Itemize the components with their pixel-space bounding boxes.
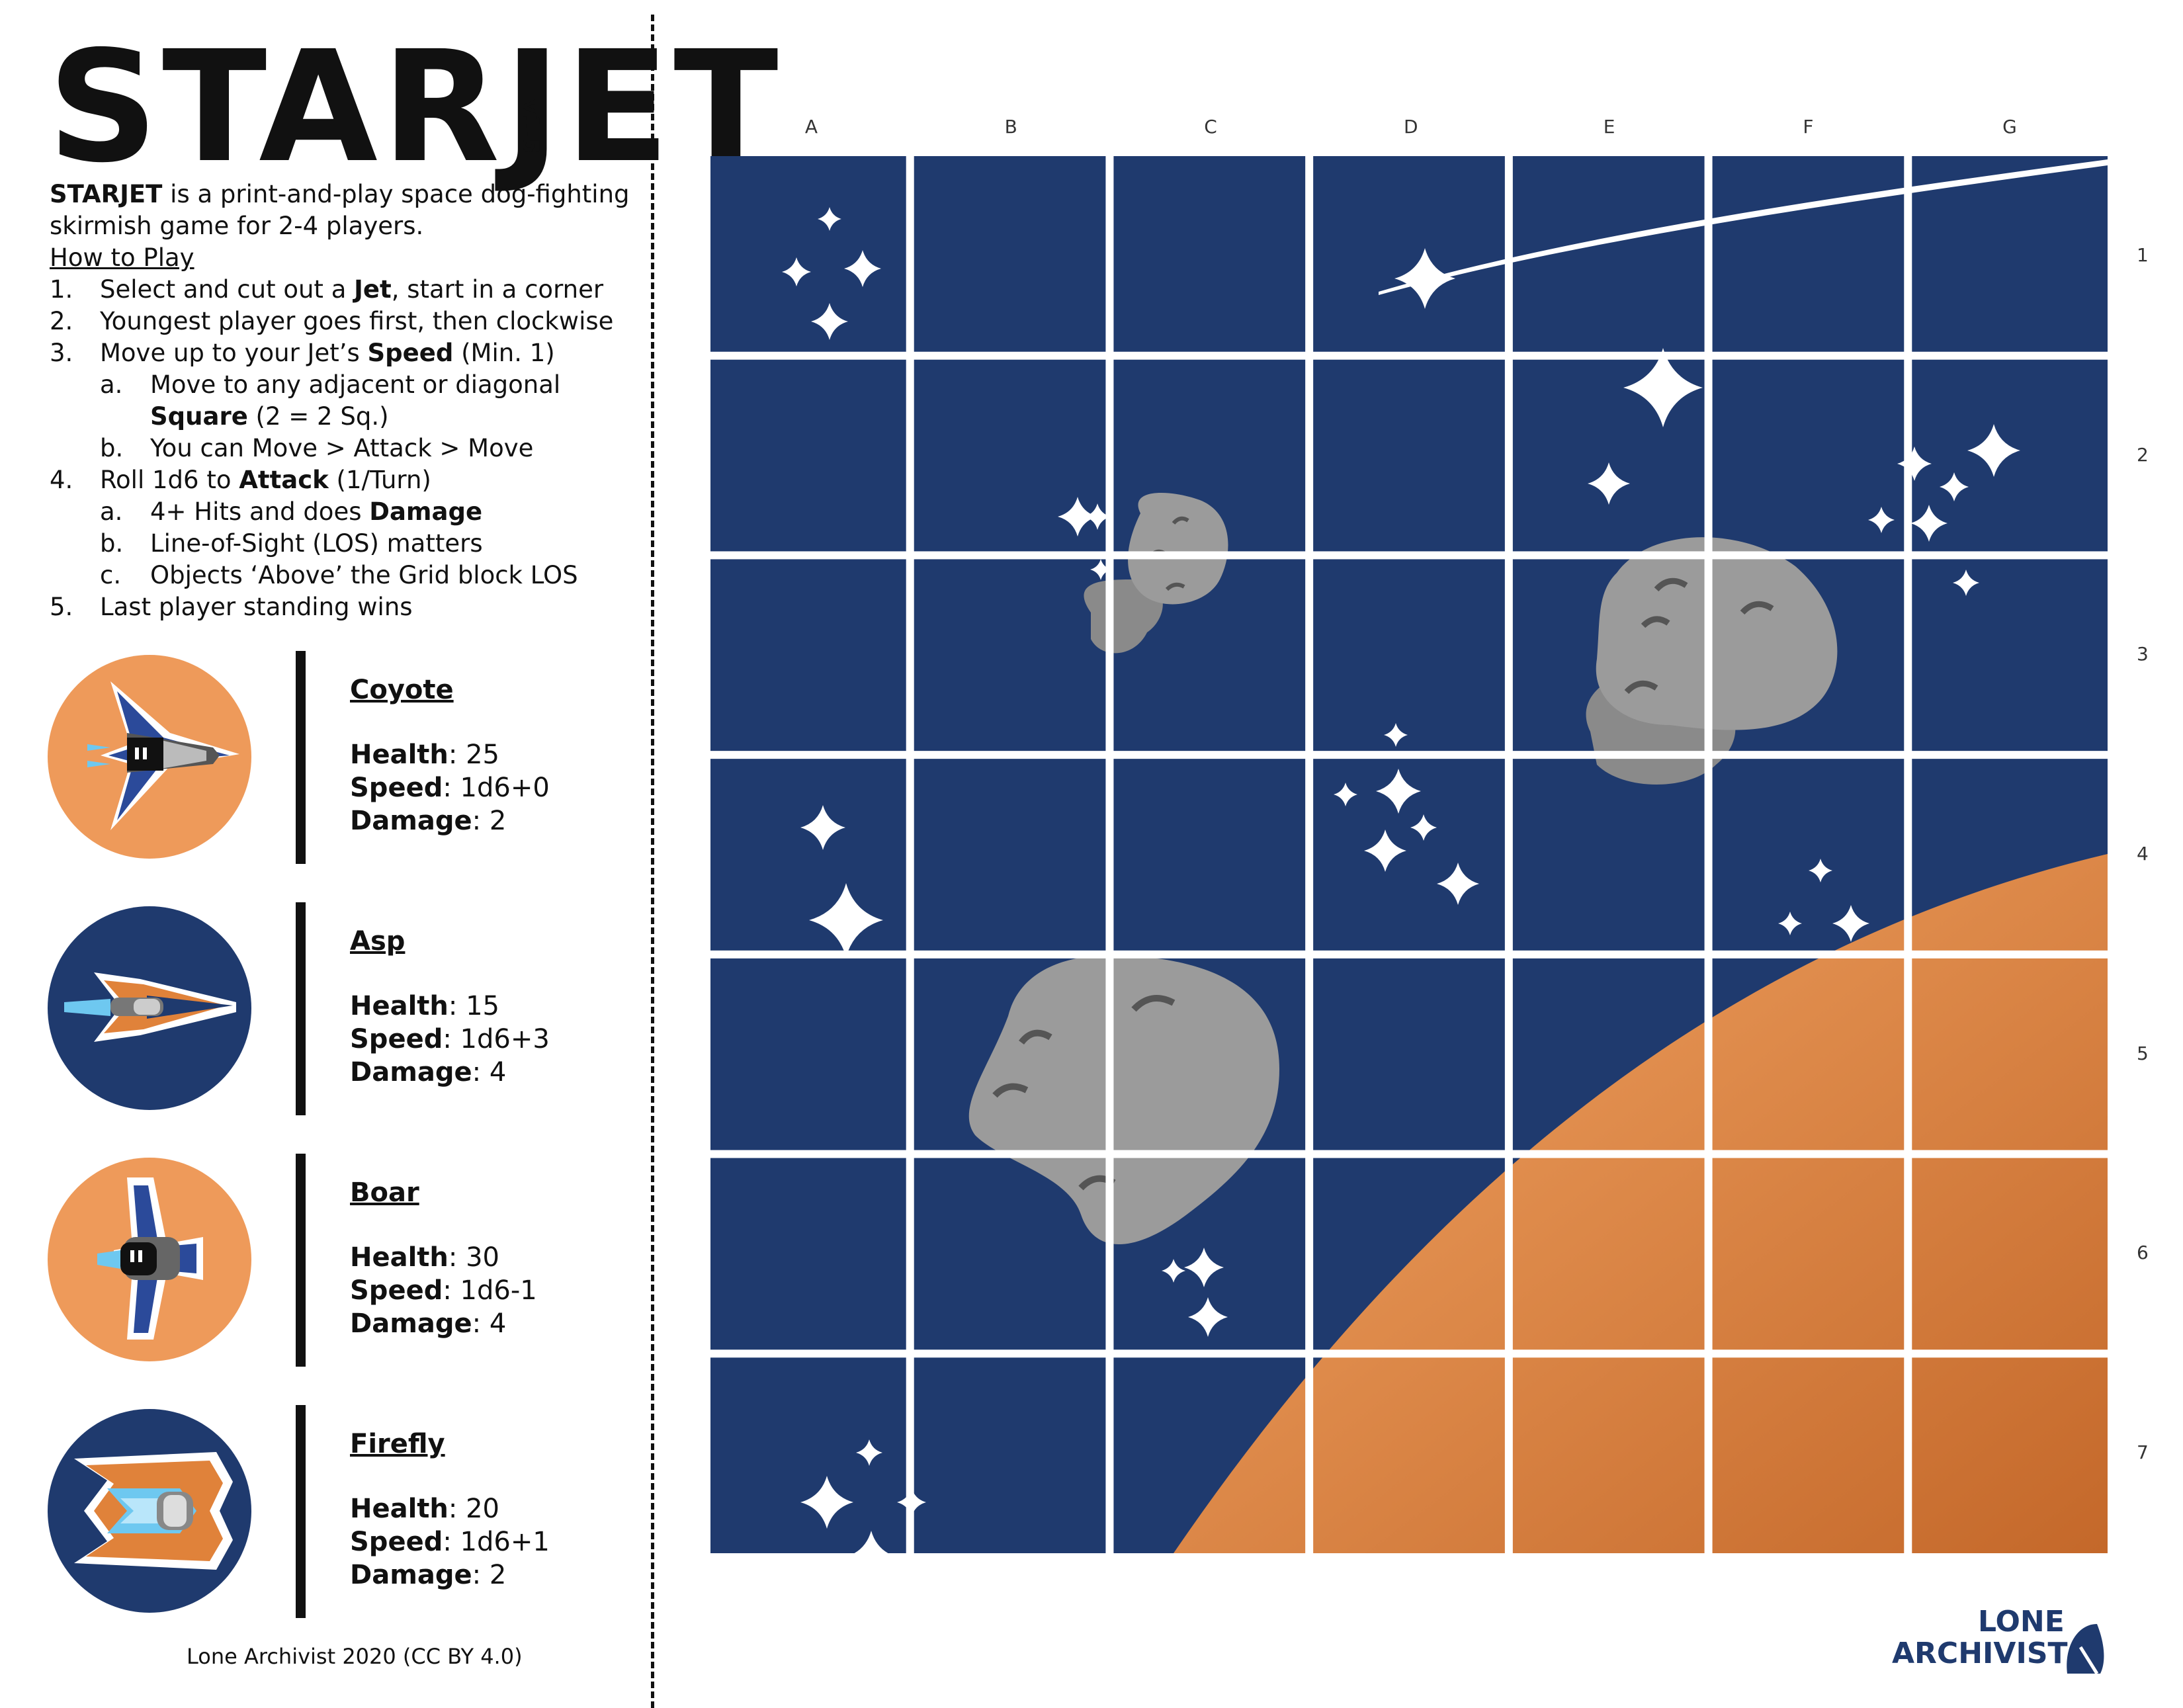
jet-stats: Coyote Health: 25 Speed: 1d6+0 Damage: 2 [350,675,550,836]
grid-line-vertical [1305,156,1314,1553]
game-title: STARJET [48,18,783,196]
jet-health: 30 [466,1242,500,1273]
jet-health: 15 [466,991,500,1021]
game-board[interactable] [710,156,2108,1553]
column-label-b: B [1004,116,1017,138]
board-map [710,156,2108,1553]
grid-line-vertical [1904,156,1912,1553]
grid-line-vertical [1504,156,1513,1553]
jet-speed: 1d6+0 [460,773,550,803]
boar-token[interactable] [48,1158,251,1361]
asp-token[interactable] [48,906,251,1110]
jet-health: 25 [466,740,500,770]
jet-damage: 4 [489,1308,507,1339]
jet-name: Boar [350,1177,419,1208]
brand-logo: LONE ARCHIVIST [1892,1607,2117,1680]
jet-damage: 4 [489,1057,507,1088]
row-label-6: 6 [2137,1242,2149,1264]
jet-card-boar[interactable]: Boar Health: 30 Speed: 1d6-1 Damage: 4 [48,1154,617,1369]
column-label-g: G [2002,116,2017,138]
hooded-figure-icon [2067,1624,2104,1675]
jet-damage: 2 [489,806,507,836]
rule-step: 1. Select and cut out a Jet, start in a c… [50,275,604,304]
grid-line-vertical [1105,156,1114,1553]
rule-substep: b. You can Move > Attack > Move [100,434,534,462]
rule-substep: a. Move to any adjacent or diagonal Squar… [100,370,561,431]
jet-stats: Asp Health: 15 Speed: 1d6+3 Damage: 4 [350,926,550,1088]
boar-jet-icon [48,1158,251,1361]
card-divider [296,1154,306,1367]
jet-damage: 2 [489,1560,507,1590]
column-label-c: C [1204,116,1217,138]
row-label-1: 1 [2137,243,2149,266]
rule-step: 2. Youngest player goes first, then clock… [50,307,614,335]
row-label-7: 7 [2137,1441,2149,1464]
credit-line: Lone Archivist 2020 (CC BY 4.0) [187,1644,523,1669]
jet-stats: Boar Health: 30 Speed: 1d6-1 Damage: 4 [350,1177,537,1339]
brand-line-1: LONE [1978,1605,2065,1639]
firefly-token[interactable] [48,1409,251,1613]
brand-line-2: ARCHIVIST [1892,1637,2068,1670]
grid-line-horizontal [710,950,2108,959]
grid-line-horizontal [710,551,2108,560]
version-label: v1.5 [517,99,544,154]
card-divider [296,1405,306,1618]
grid-line-horizontal [710,1349,2108,1358]
firefly-jet-icon [48,1409,251,1613]
rule-substep: c. Objects ‘Above’ the Grid block LOS [100,561,578,589]
jet-name: Firefly [350,1429,445,1459]
how-to-play-heading: How to Play [50,243,194,272]
grid-line-horizontal [710,351,2108,360]
coyote-token[interactable] [48,655,251,859]
jet-health: 20 [466,1494,500,1524]
intro-name: STARJET [50,180,163,208]
rule-substep: b. Line-of-Sight (LOS) matters [100,529,483,558]
row-label-5: 5 [2137,1042,2149,1064]
card-divider [296,651,306,864]
rule-step: 4. Roll 1d6 to Attack (1/Turn) [50,466,431,494]
jet-name: Asp [350,926,406,957]
row-label-4: 4 [2137,843,2149,865]
row-label-3: 3 [2137,643,2149,665]
jet-name: Coyote [350,675,454,705]
coyote-jet-icon [48,655,251,859]
grid-line-vertical [1704,156,1713,1553]
jet-speed: 1d6-1 [460,1275,537,1306]
grid-line-horizontal [710,1150,2108,1158]
asp-jet-icon [48,906,251,1110]
rules-panel: STARJET is a print-and-play space dog-fi… [50,179,632,623]
jet-card-coyote[interactable]: Coyote Health: 25 Speed: 1d6+0 Damage: 2 [48,651,617,867]
card-divider [296,902,306,1115]
jet-stats: Firefly Health: 20 Speed: 1d6+1 Damage: … [350,1429,550,1590]
rule-step: 5. Last player standing wins [50,593,413,621]
jet-card-asp[interactable]: Asp Health: 15 Speed: 1d6+3 Damage: 4 [48,902,617,1118]
column-label-a: A [804,116,818,138]
column-label-d: D [1404,116,1418,138]
column-label-f: F [1803,116,1814,138]
grid-line-horizontal [710,751,2108,759]
rule-step: 3. Move up to your Jet’s Speed (Min. 1) [50,339,555,367]
column-label-e: E [1603,116,1615,138]
rule-substep: a. 4+ Hits and does Damage [100,497,483,526]
row-label-2: 2 [2137,443,2149,466]
jet-speed: 1d6+1 [460,1527,550,1557]
grid-line-vertical [906,156,914,1553]
intro-text: STARJET is a print-and-play space dog-fi… [50,179,632,242]
jet-speed: 1d6+3 [460,1024,550,1054]
jet-card-firefly[interactable]: Firefly Health: 20 Speed: 1d6+1 Damage: … [48,1405,617,1621]
cut-line [651,15,654,1708]
